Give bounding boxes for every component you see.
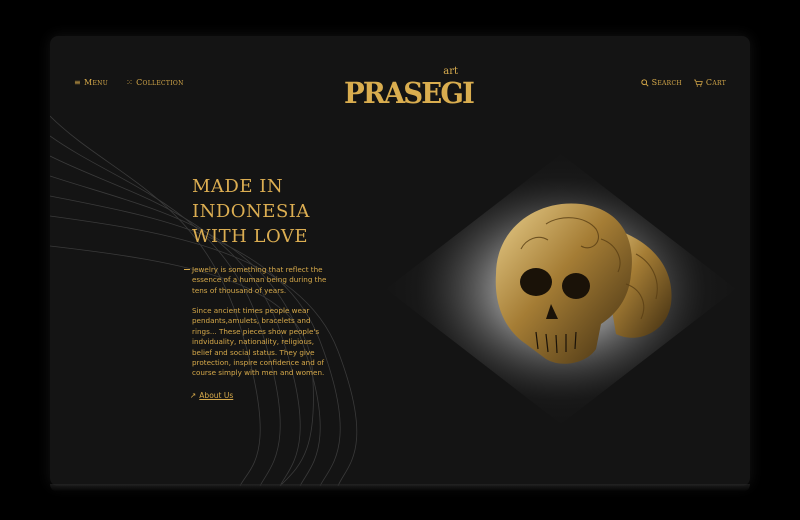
headline-line-3: WITH LOVE [192,226,309,247]
arrow-up-right-icon: ↗ [190,391,197,400]
logo-sup-text: art [443,66,458,77]
cart-label: Cart [705,78,726,87]
collection-label: Collection [136,78,184,87]
headline-line-2: INDONESIA [192,201,310,222]
hero-paragraph-2: Since ancient times people wear pendants… [192,306,325,378]
about-us-link[interactable]: ↗ About Us [190,391,233,400]
headline-line-1: MADE IN [192,176,284,197]
search-icon [640,78,649,87]
about-us-label: About Us [199,391,234,400]
hamburger-icon: ≡ [74,77,82,87]
search-button[interactable]: Search [640,78,682,87]
menu-button[interactable]: ≡ Menu [74,78,108,87]
paragraph-dash [184,269,190,270]
window-shadow [50,484,750,492]
skull-ring-image [386,154,736,424]
cart-icon [693,79,703,87]
grid-icon: ⁙ [126,77,134,87]
logo[interactable]: PRASEGI art [344,66,475,112]
nav-right: Search Cart [640,78,726,87]
search-label: Search [651,78,682,87]
cart-button[interactable]: Cart [693,78,726,87]
hero-window: ≡ Menu ⁙ Collection PRASEGI art Search C… [50,36,750,486]
hero-headline: MADE IN INDONESIA WITH LOVE [192,174,310,249]
collection-button[interactable]: ⁙ Collection [126,78,184,87]
nav-left: ≡ Menu ⁙ Collection [74,78,184,87]
menu-label: Menu [84,78,109,87]
logo-text: PRASEGI [344,76,475,110]
hero-paragraph-1: Jewelry is something that reflect the es… [192,265,327,295]
